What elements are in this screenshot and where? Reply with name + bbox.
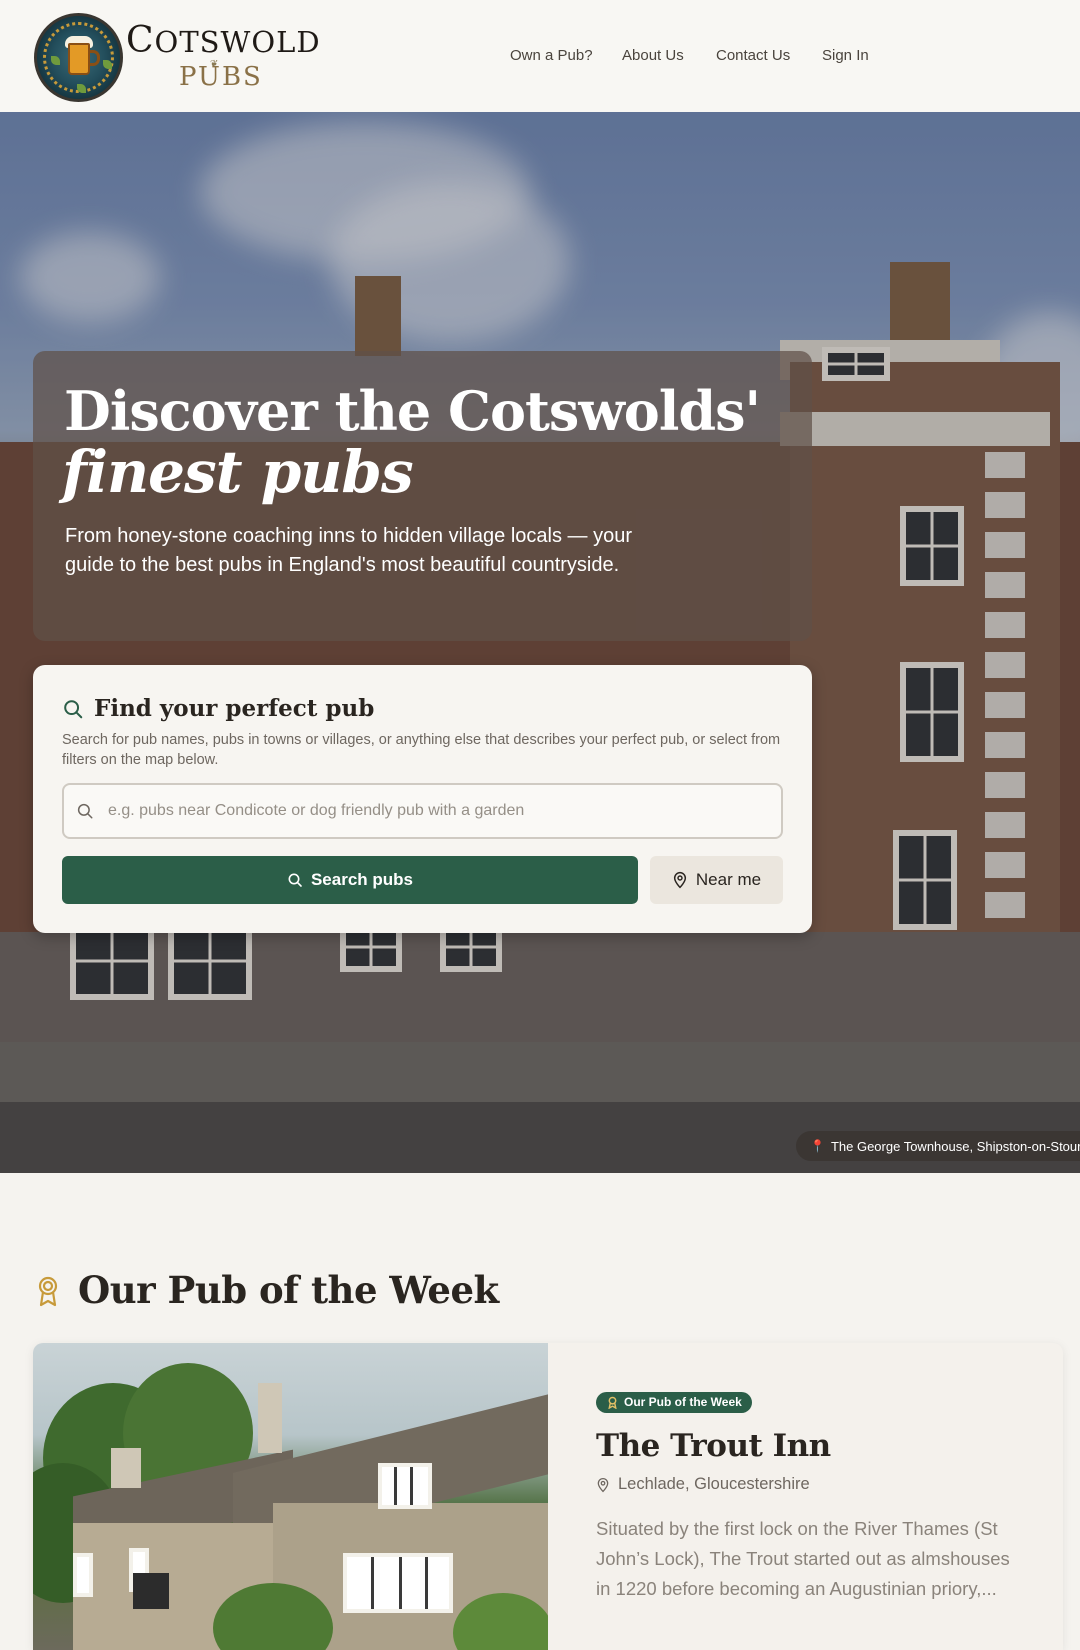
search-pubs-label: Search pubs: [310, 870, 414, 889]
pin-icon: 📍: [810, 1139, 825, 1153]
hero-subtitle: From honey-stone coaching inns to hidden…: [65, 525, 632, 576]
award-icon: [608, 1396, 617, 1409]
pub-of-week-badge-text: Our Pub of the Week: [624, 1395, 742, 1409]
nav-sign-in[interactable]: Sign In: [822, 47, 869, 64]
pub-description: Situated by the first lock on the River …: [596, 1518, 1010, 1599]
pub-of-week-badge: Our Pub of the Week: [596, 1392, 752, 1413]
search-icon: [64, 700, 83, 719]
brand-subname[interactable]: PUBS: [179, 62, 263, 92]
search-title: Find your perfect pub: [94, 695, 375, 722]
pub-location: Lechlade, Gloucestershire: [596, 1475, 810, 1494]
award-icon: [38, 1276, 58, 1307]
pub-of-week-heading: Our Pub of the Week: [78, 1268, 499, 1312]
search-icon: [288, 873, 302, 887]
location-pin-icon: [673, 872, 686, 889]
nav-about-us[interactable]: About Us: [622, 47, 684, 64]
hero-title: Discover the Cotswolds': [64, 379, 761, 443]
pub-location-text: Lechlade, Gloucestershire: [618, 1475, 810, 1493]
search-help-text: Search for pub names, pubs in towns or v…: [62, 732, 781, 768]
photo-caption: 📍 The George Townhouse, Shipston-on-Stou…: [796, 1131, 1080, 1161]
near-me-label: Near me: [695, 870, 762, 889]
near-me-button[interactable]: Near me: [650, 856, 783, 904]
search-pubs-button[interactable]: Search pubs: [62, 856, 638, 904]
search-icon: [77, 803, 93, 819]
location-pin-icon: [597, 1477, 609, 1492]
nav-contact-us[interactable]: Contact Us: [716, 47, 790, 64]
nav-own-a-pub[interactable]: Own a Pub?: [510, 47, 593, 64]
site-header: COTSWOLD ❦ PUBS Own a Pub? About Us Cont…: [0, 0, 1080, 112]
pub-name[interactable]: The Trout Inn: [596, 1428, 831, 1464]
logo-icon[interactable]: [34, 13, 123, 102]
search-input[interactable]: [108, 785, 768, 837]
brand-name[interactable]: COTSWOLD: [126, 20, 321, 61]
hero-section: [0, 112, 1080, 1173]
pub-sign: [133, 1573, 169, 1609]
pub-photo[interactable]: [33, 1343, 548, 1650]
hero-title-emphasis: finest pubs: [62, 438, 414, 506]
search-field[interactable]: [62, 783, 783, 839]
photo-caption-text: The George Townhouse, Shipston-on-Stour: [830, 1138, 1080, 1154]
